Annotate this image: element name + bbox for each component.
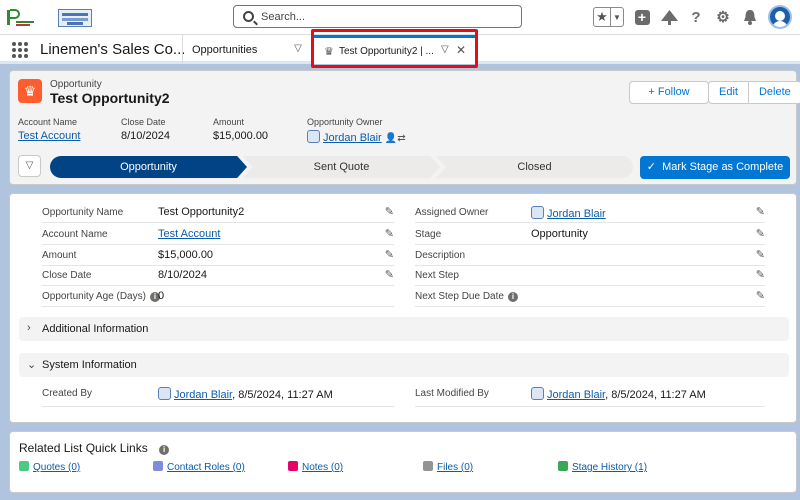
search-placeholder: Search... [261, 11, 306, 23]
section-additional-information[interactable]: › Additional Information [19, 317, 789, 341]
record-type-label: Opportunity [50, 79, 102, 90]
record-highlights-panel: ♛ Opportunity Test Opportunity2 + Follow… [9, 70, 800, 185]
field-created-by: Created By Jordan Blair, 8/5/2024, 11:27… [42, 383, 394, 407]
created-by-link[interactable]: Jordan Blair [174, 389, 232, 401]
edit-pencil-icon[interactable]: ✎ [385, 227, 394, 240]
edit-pencil-icon[interactable]: ✎ [756, 248, 765, 261]
record-title: Test Opportunity2 [50, 90, 170, 106]
field-description: Description ✎ [415, 245, 765, 266]
star-icon: ★ [594, 8, 611, 26]
edit-pencil-icon[interactable]: ✎ [385, 248, 394, 261]
modified-by-link[interactable]: Jordan Blair [547, 389, 605, 401]
user-avatar-icon [158, 387, 171, 400]
edit-pencil-icon[interactable]: ✎ [756, 205, 765, 218]
field-amount: Amount $15,000.00 ✎ [42, 245, 394, 266]
path-step-opportunity[interactable]: Opportunity [50, 156, 247, 178]
follow-button[interactable]: + Follow [629, 81, 709, 104]
global-actions-icon[interactable]: + [633, 8, 651, 26]
path-step-sent-quote[interactable]: Sent Quote [243, 156, 440, 178]
notifications-bell-icon[interactable] [741, 8, 759, 26]
user-avatar-icon [531, 387, 544, 400]
edit-pencil-icon[interactable]: ✎ [756, 289, 765, 302]
app-name: Linemen's Sales Co... [40, 41, 186, 58]
partner-logo [58, 9, 92, 27]
quotes-icon [19, 461, 29, 471]
user-avatar-icon [307, 130, 320, 143]
highlight-amount: Amount $15,000.00 [213, 117, 269, 142]
chevron-down-icon: ▼ [613, 12, 621, 22]
mark-stage-complete-button[interactable]: ✓ Mark Stage as Complete [640, 156, 790, 179]
quick-link-notes[interactable]: Notes (0) [288, 461, 343, 473]
highlight-annotation-box [311, 29, 478, 68]
field-opportunity-age: Opportunity Age (Days) i 0 [42, 286, 394, 307]
favorites-button[interactable]: ★ ▼ [593, 7, 624, 27]
quick-link-stage-history[interactable]: Stage History (1) [558, 461, 647, 473]
highlight-opportunity-owner: Opportunity Owner Jordan Blair 👤⇄ [307, 117, 406, 144]
search-icon [243, 11, 254, 22]
info-icon[interactable]: i [507, 292, 518, 302]
tab-opportunities-menu-chevron-icon[interactable]: ▽ [286, 35, 310, 64]
company-logo[interactable] [6, 8, 36, 28]
path-toggle-chevron-icon[interactable]: ▽ [18, 155, 41, 177]
field-next-step: Next Step ✎ [415, 265, 765, 286]
chevron-down-icon: ⌄ [27, 359, 37, 371]
trailhead-icon[interactable] [660, 8, 678, 26]
field-opportunity-name: Opportunity Name Test Opportunity2 ✎ [42, 202, 394, 223]
contact-roles-icon [153, 461, 163, 471]
owner-link[interactable]: Jordan Blair [323, 132, 382, 144]
field-account-name: Account Name Test Account ✎ [42, 224, 394, 245]
highlight-close-date: Close Date 8/10/2024 [121, 117, 170, 142]
edit-pencil-icon[interactable]: ✎ [756, 268, 765, 281]
global-search-input[interactable]: Search... [233, 5, 522, 28]
section-system-information[interactable]: ⌄ System Information [19, 353, 789, 377]
quick-link-quotes[interactable]: Quotes (0) [19, 461, 80, 473]
setup-gear-icon[interactable]: ⚙ [714, 8, 732, 26]
user-avatar[interactable] [768, 5, 792, 29]
tab-opportunities-label: Opportunities [192, 44, 258, 56]
field-assigned-owner: Assigned Owner Jordan Blair ✎ [415, 202, 765, 223]
help-icon[interactable]: ? [687, 8, 705, 26]
edit-button[interactable]: Edit [708, 81, 749, 104]
highlight-account-name: Account Name Test Account [18, 117, 81, 142]
field-last-modified-by: Last Modified By Jordan Blair, 8/5/2024,… [415, 383, 765, 407]
edit-pencil-icon[interactable]: ✎ [385, 268, 394, 281]
chevron-right-icon: › [27, 322, 31, 334]
related-links-title: Related List Quick Links [19, 441, 148, 455]
tab-opportunities[interactable]: Opportunities [182, 35, 286, 64]
account-name-link[interactable]: Test Account [158, 228, 220, 240]
quick-link-files[interactable]: Files (0) [423, 461, 473, 473]
edit-pencil-icon[interactable]: ✎ [756, 227, 765, 240]
edit-pencil-icon[interactable]: ✎ [385, 205, 394, 218]
checkmark-icon: ✓ [646, 161, 657, 173]
notes-icon [288, 461, 298, 471]
change-owner-icon[interactable]: 👤⇄ [385, 133, 406, 144]
stage-path: Opportunity Sent Quote Closed [50, 156, 633, 178]
field-stage: Stage Opportunity ✎ [415, 224, 765, 245]
app-launcher-icon[interactable] [12, 42, 28, 58]
user-avatar-icon [531, 206, 544, 219]
record-details-panel: Opportunity Name Test Opportunity2 ✎ Acc… [9, 193, 797, 423]
account-name-link[interactable]: Test Account [18, 130, 80, 142]
quick-link-contact-roles[interactable]: Contact Roles (0) [153, 461, 245, 473]
assigned-owner-link[interactable]: Jordan Blair [547, 208, 606, 220]
path-step-closed[interactable]: Closed [436, 156, 633, 178]
info-icon[interactable]: i [159, 445, 170, 455]
files-icon [423, 461, 433, 471]
field-close-date: Close Date 8/10/2024 ✎ [42, 265, 394, 286]
stage-history-icon [558, 461, 568, 471]
delete-button[interactable]: Delete [748, 81, 800, 104]
related-list-quick-links: Related List Quick Links i Quotes (0) Co… [9, 431, 797, 493]
field-next-step-due-date: Next Step Due Date i ✎ [415, 286, 765, 307]
opportunity-crown-icon: ♛ [18, 79, 42, 103]
